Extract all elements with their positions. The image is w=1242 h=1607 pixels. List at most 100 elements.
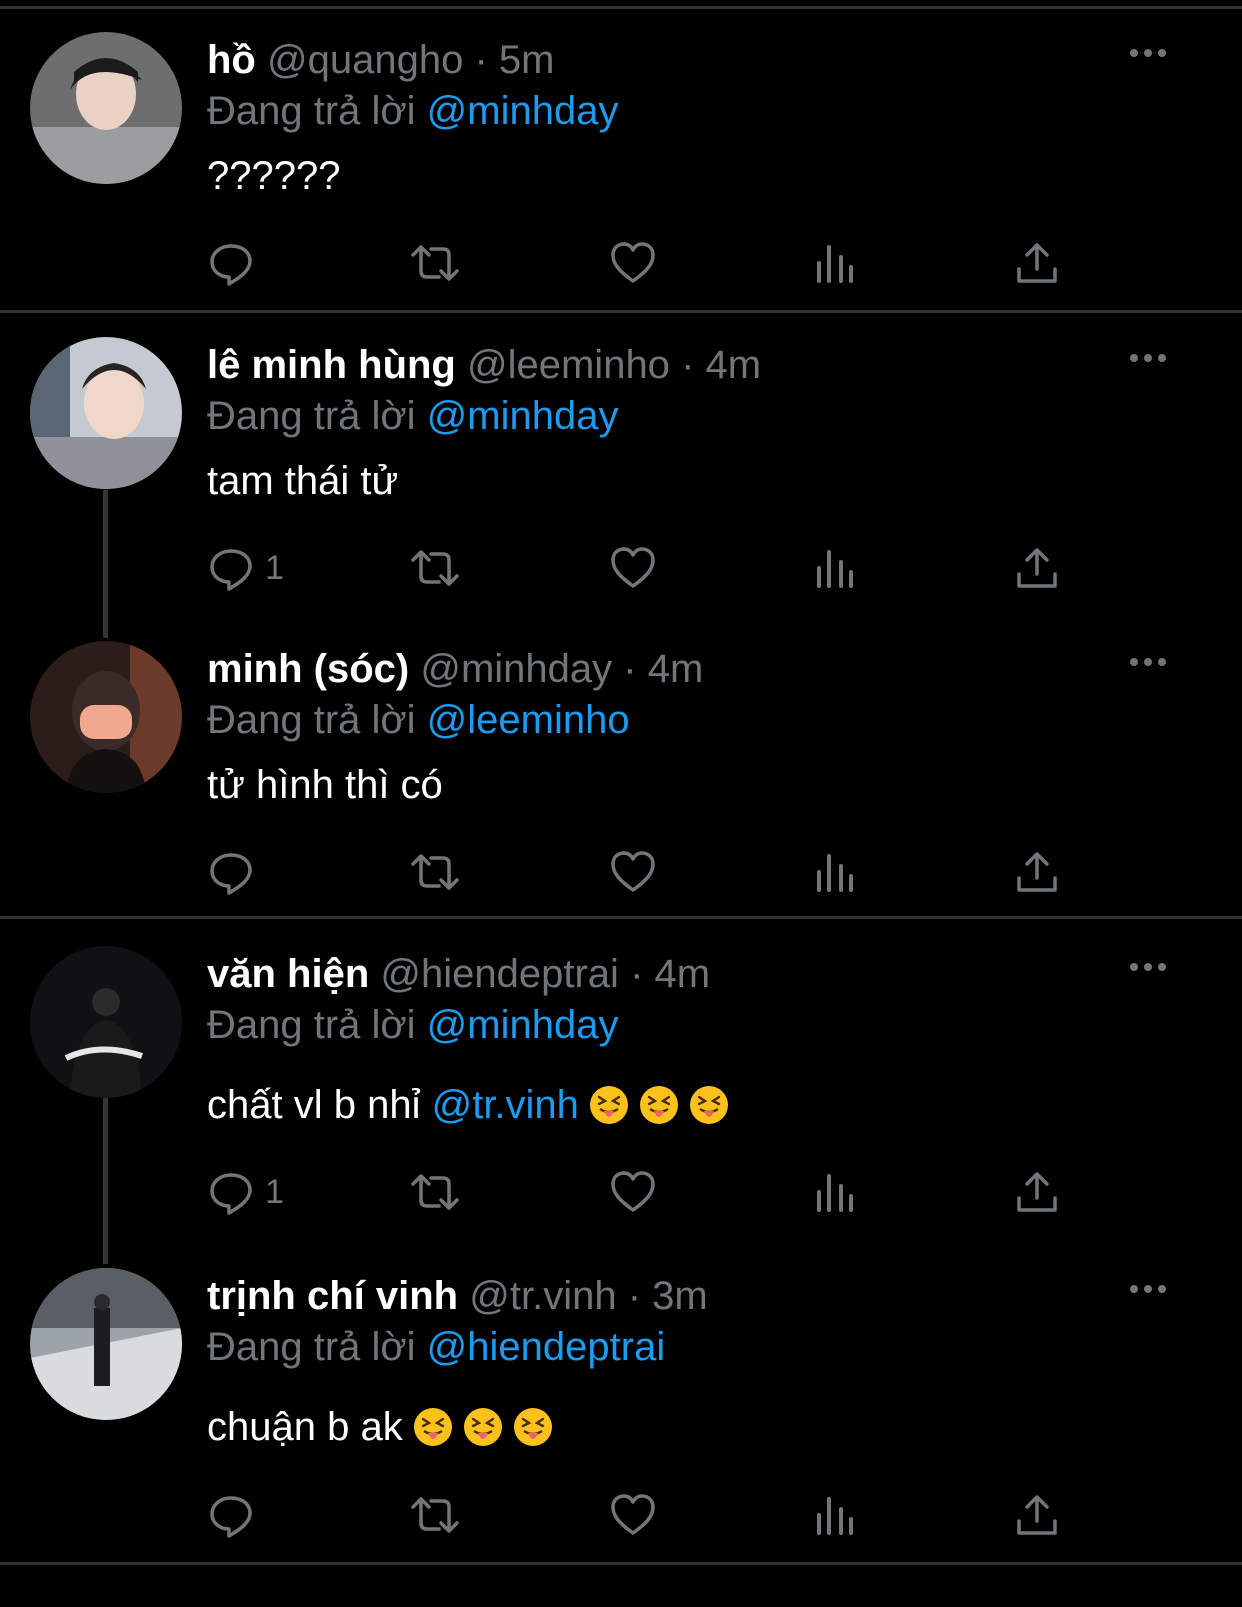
reply-count: 1 <box>265 548 284 587</box>
retweet-icon <box>411 245 459 281</box>
tweet[interactable]: minh (sóc) @minhday · 4m Đang trả lời @l… <box>0 641 1242 911</box>
timestamp[interactable]: 4m <box>655 952 711 996</box>
squinting-tongue-emoji-icon <box>463 1408 502 1446</box>
avatar[interactable] <box>30 641 182 793</box>
action-bar: 1 <box>207 1167 1077 1217</box>
replying-to-mention[interactable]: @minhday <box>427 1003 619 1047</box>
retweet-button[interactable] <box>407 847 463 897</box>
like-button[interactable] <box>609 1490 657 1540</box>
share-icon <box>1017 548 1057 588</box>
analytics-button[interactable] <box>811 847 859 897</box>
reply-button[interactable] <box>207 238 265 288</box>
replying-to: Đang trả lời @minhday <box>207 1001 618 1049</box>
display-name[interactable]: trịnh chí vinh <box>207 1274 458 1318</box>
avatar-image <box>30 946 182 1098</box>
replying-to-label: Đang trả lời <box>207 1003 416 1047</box>
handle[interactable]: @hiendeptrai <box>380 952 619 996</box>
like-icon <box>611 242 655 283</box>
reply-icon <box>210 1496 252 1538</box>
like-button[interactable] <box>609 238 657 288</box>
retweet-button[interactable] <box>407 1167 463 1217</box>
reply-button[interactable]: 1 <box>207 543 284 593</box>
display-name[interactable]: lê minh hùng <box>207 343 456 387</box>
share-button[interactable] <box>1013 847 1061 897</box>
like-icon <box>611 547 655 588</box>
analytics-button[interactable] <box>811 1490 859 1540</box>
tweet[interactable]: trịnh chí vinh @tr.vinh · 3m Đang trả lờ… <box>0 1268 1242 1558</box>
tweet[interactable]: lê minh hùng @leeminho · 4m Đang trả lời… <box>0 337 1242 607</box>
reply-icon <box>210 244 252 286</box>
handle[interactable]: @quangho <box>267 38 463 82</box>
squinting-tongue-emoji-icon <box>589 1086 628 1124</box>
avatar[interactable] <box>30 946 182 1098</box>
more-icon[interactable] <box>1130 46 1170 60</box>
separator-dot: · <box>627 1274 642 1318</box>
squinting-tongue-emoji-icon <box>689 1086 728 1124</box>
avatar-image <box>30 32 182 184</box>
share-button[interactable] <box>1013 1490 1061 1540</box>
replying-to-label: Đang trả lời <box>207 1325 416 1369</box>
tweet-body: chất vl b nhỉ @tr.vinh <box>207 1081 729 1129</box>
handle[interactable]: @tr.vinh <box>469 1274 616 1318</box>
analytics-button[interactable] <box>811 1167 859 1217</box>
like-button[interactable] <box>609 1167 657 1217</box>
retweet-button[interactable] <box>407 1490 463 1540</box>
handle[interactable]: @leeminho <box>467 343 670 387</box>
timestamp[interactable]: 5m <box>499 38 555 82</box>
display-name[interactable]: minh (sóc) <box>207 647 409 691</box>
replying-to: Đang trả lời @leeminho <box>207 696 630 744</box>
analytics-icon <box>817 550 853 588</box>
timestamp[interactable]: 4m <box>706 343 762 387</box>
replying-to-mention[interactable]: @minhday <box>427 89 619 133</box>
squinting-tongue-emoji-icon <box>413 1408 452 1446</box>
tweet[interactable]: hồ @quangho · 5m Đang trả lời @minhday ?… <box>0 32 1242 302</box>
reply-count: 1 <box>265 1172 284 1211</box>
tweet-header: trịnh chí vinh @tr.vinh · 3m <box>207 1272 708 1320</box>
tweet-text: ?????? <box>207 154 341 198</box>
analytics-icon <box>817 1174 853 1212</box>
reply-button[interactable] <box>207 847 265 897</box>
share-button[interactable] <box>1013 238 1061 288</box>
tweet-mention[interactable]: @tr.vinh <box>432 1083 579 1127</box>
retweet-button[interactable] <box>407 238 463 288</box>
retweet-button[interactable] <box>407 543 463 593</box>
replying-to-label: Đang trả lời <box>207 89 416 133</box>
tweet[interactable]: văn hiện @hiendeptrai · 4m Đang trả lời … <box>0 946 1242 1246</box>
display-name[interactable]: hồ <box>207 38 256 82</box>
analytics-button[interactable] <box>811 543 859 593</box>
like-icon <box>611 1494 655 1535</box>
handle[interactable]: @minhday <box>420 647 612 691</box>
more-icon[interactable] <box>1130 1282 1170 1296</box>
avatar-image <box>30 1268 182 1420</box>
replying-to: Đang trả lời @minhday <box>207 87 618 135</box>
separator-dot: · <box>623 647 637 691</box>
tweet-text: tam thái tử <box>207 459 399 503</box>
timestamp[interactable]: 3m <box>652 1274 708 1318</box>
more-icon[interactable] <box>1130 960 1170 974</box>
share-button[interactable] <box>1013 543 1061 593</box>
analytics-button[interactable] <box>811 238 859 288</box>
replying-to-mention[interactable]: @leeminho <box>427 698 630 742</box>
replying-to-mention[interactable]: @minhday <box>427 394 619 438</box>
timestamp[interactable]: 4m <box>648 647 704 691</box>
avatar[interactable] <box>30 32 182 184</box>
share-icon <box>1017 1172 1057 1212</box>
avatar[interactable] <box>30 337 182 489</box>
share-button[interactable] <box>1013 1167 1061 1217</box>
share-icon <box>1017 1495 1057 1535</box>
retweet-icon <box>411 1497 459 1533</box>
reply-button[interactable]: 1 <box>207 1167 284 1217</box>
tweet-text: chuận b ak <box>207 1405 403 1449</box>
avatar[interactable] <box>30 1268 182 1420</box>
like-button[interactable] <box>609 543 657 593</box>
tweet-text: tử hình thì có <box>207 763 443 807</box>
more-icon[interactable] <box>1130 351 1170 365</box>
avatar-image <box>30 641 182 793</box>
more-icon[interactable] <box>1130 655 1170 669</box>
divider <box>0 1562 1242 1565</box>
replying-to-mention[interactable]: @hiendeptrai <box>427 1325 666 1369</box>
display-name[interactable]: văn hiện <box>207 952 369 996</box>
like-button[interactable] <box>609 847 657 897</box>
reply-button[interactable] <box>207 1490 265 1540</box>
reply-icon <box>210 549 252 591</box>
